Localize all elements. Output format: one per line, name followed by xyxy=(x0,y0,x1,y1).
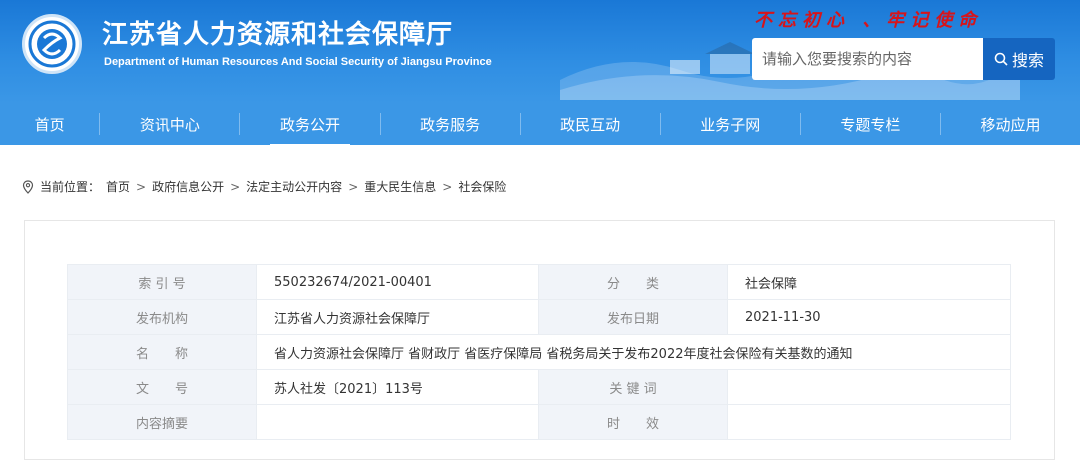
meta-label-doc-number: 文 号 xyxy=(67,369,257,405)
location-pin-icon xyxy=(22,179,34,194)
site-title[interactable]: 江苏省人力资源和社会保障厅 xyxy=(102,14,453,51)
meta-label-keywords: 关 键 词 xyxy=(538,369,728,405)
jiangsu-hrss-emblem-icon xyxy=(28,20,76,68)
search-input[interactable] xyxy=(752,38,984,80)
breadcrumb-item-gov-info[interactable]: 政府信息公开 xyxy=(152,178,224,195)
table-row: 索 引 号 550232674/2021-00401 分 类 社会保障 xyxy=(67,264,1011,300)
nav-label: 资讯中心 xyxy=(139,115,200,134)
breadcrumb: 当前位置： 首页 > 政府信息公开 > 法定主动公开内容 > 重大民生信息 > … xyxy=(22,178,506,195)
meta-label-index: 索 引 号 xyxy=(67,264,257,300)
search-button[interactable]: 搜索 xyxy=(983,38,1055,80)
nav-label: 政务公开 xyxy=(279,115,340,134)
meta-value-doc-number: 苏人社发〔2021〕113号 xyxy=(256,369,539,405)
meta-label-name: 名 称 xyxy=(67,334,257,370)
site-logo[interactable] xyxy=(22,14,82,74)
breadcrumb-item-home[interactable]: 首页 xyxy=(106,178,130,195)
nav-item-gov-services[interactable]: 政务服务 xyxy=(381,103,520,145)
meta-value-keywords xyxy=(727,369,1011,405)
meta-value-publish-date: 2021-11-30 xyxy=(727,299,1011,335)
nav-label: 政务服务 xyxy=(420,115,481,134)
nav-item-topics[interactable]: 专题专栏 xyxy=(801,103,940,145)
search-button-label: 搜索 xyxy=(1011,51,1044,70)
breadcrumb-separator: > xyxy=(136,179,147,194)
main-nav: 首页 资讯中心 政务公开 政务服务 政民互动 业务子网 专题专栏 移动应用 xyxy=(0,103,1080,147)
nav-label: 业务子网 xyxy=(700,115,761,134)
nav-item-news[interactable]: 资讯中心 xyxy=(100,103,239,145)
breadcrumb-item-livelihood[interactable]: 重大民生信息 xyxy=(364,178,436,195)
meta-value-index: 550232674/2021-00401 xyxy=(256,264,539,300)
nav-item-mobile[interactable]: 移动应用 xyxy=(941,103,1080,145)
content-panel: 索 引 号 550232674/2021-00401 分 类 社会保障 发布机构… xyxy=(24,220,1055,460)
breadcrumb-prefix: 当前位置： xyxy=(40,180,101,194)
nav-item-subsites[interactable]: 业务子网 xyxy=(661,103,800,145)
breadcrumb-item-social-insurance[interactable]: 社会保险 xyxy=(458,178,506,195)
table-row: 内容摘要 时 效 xyxy=(67,404,1011,440)
meta-value-category: 社会保障 xyxy=(727,264,1011,300)
meta-label-category: 分 类 xyxy=(538,264,728,300)
site-slogan: 不忘初心 、牢记使命 xyxy=(754,10,983,31)
nav-label: 移动应用 xyxy=(980,115,1041,134)
meta-value-name: 省人力资源社会保障厅 省财政厅 省医疗保障局 省税务局关于发布2022年度社会保… xyxy=(256,334,1011,370)
nav-label: 专题专栏 xyxy=(840,115,901,134)
meta-label-publisher: 发布机构 xyxy=(67,299,257,335)
meta-label-abstract: 内容摘要 xyxy=(67,404,257,440)
nav-item-interaction[interactable]: 政民互动 xyxy=(521,103,660,145)
table-row: 文 号 苏人社发〔2021〕113号 关 键 词 xyxy=(67,369,1011,405)
meta-value-abstract xyxy=(256,404,539,440)
meta-label-validity: 时 效 xyxy=(538,404,728,440)
nav-item-gov-affairs-open[interactable]: 政务公开 xyxy=(240,103,379,147)
nav-label: 政民互动 xyxy=(560,115,621,134)
breadcrumb-separator: > xyxy=(348,179,359,194)
meta-value-validity xyxy=(727,404,1011,440)
table-row: 发布机构 江苏省人力资源社会保障厅 发布日期 2021-11-30 xyxy=(67,299,1011,335)
nav-label: 首页 xyxy=(34,115,65,134)
nav-item-home[interactable]: 首页 xyxy=(0,103,99,145)
breadcrumb-item-statutory[interactable]: 法定主动公开内容 xyxy=(246,178,342,195)
breadcrumb-separator: > xyxy=(442,179,453,194)
meta-label-publish-date: 发布日期 xyxy=(538,299,728,335)
breadcrumb-separator: > xyxy=(230,179,241,194)
search-icon xyxy=(994,52,1008,66)
site-subtitle: Department of Human Resources And Social… xyxy=(104,56,492,68)
meta-value-publisher: 江苏省人力资源社会保障厅 xyxy=(256,299,539,335)
document-meta-table: 索 引 号 550232674/2021-00401 分 类 社会保障 发布机构… xyxy=(67,264,1011,440)
table-row: 名 称 省人力资源社会保障厅 省财政厅 省医疗保障局 省税务局关于发布2022年… xyxy=(67,334,1011,370)
site-header: 江苏省人力资源和社会保障厅 Department of Human Resour… xyxy=(0,0,1080,103)
